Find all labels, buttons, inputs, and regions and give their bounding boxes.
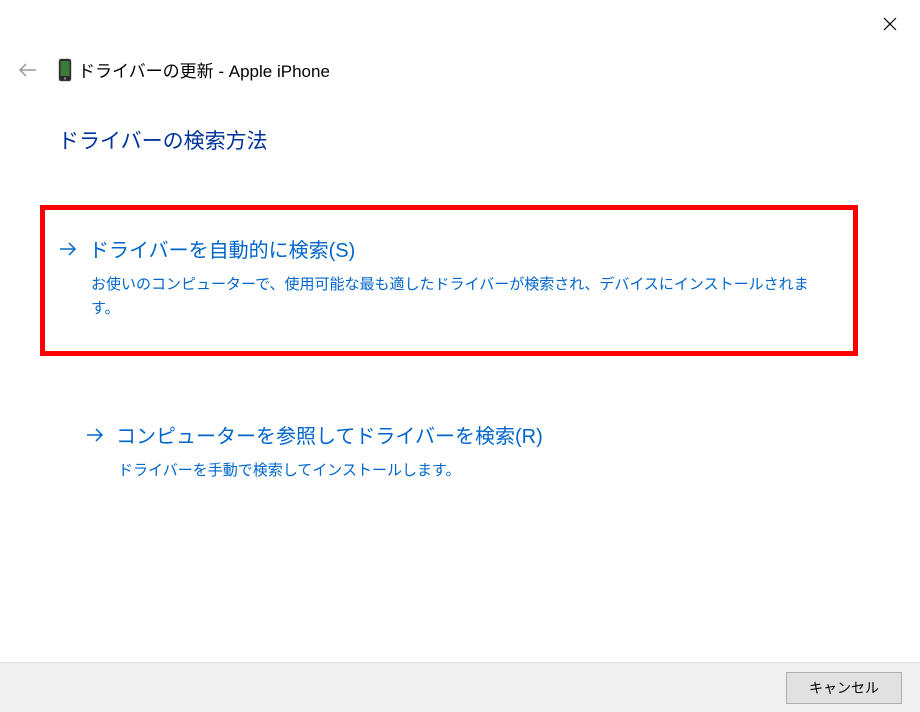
page-heading: ドライバーの検索方法 [58,125,880,155]
option-title: コンピューターを参照してドライバーを検索(R) [116,420,543,449]
back-button[interactable] [18,62,38,78]
device-icon [58,58,72,82]
close-icon [882,16,898,32]
option-title-row: ドライバーを自動的に検索(S) [59,234,813,263]
window-title: ドライバーの更新 - Apple iPhone [78,57,330,82]
arrow-right-icon [59,242,77,256]
option-description: ドライバーを手動で検索してインストールします。 [118,459,852,483]
close-button[interactable] [878,12,902,36]
option-manual-search[interactable]: コンピューターを参照してドライバーを検索(R) ドライバーを手動で検索してインス… [58,392,880,515]
option-title: ドライバーを自動的に検索(S) [89,234,355,263]
arrow-right-icon [86,428,104,442]
arrow-left-icon [18,62,38,78]
option-description: お使いのコンピューターで、使用可能な最も適したドライバーが検索され、デバイスにイ… [91,273,813,321]
cancel-button[interactable]: キャンセル [786,672,902,704]
window-title-row: ドライバーの更新 - Apple iPhone [58,57,330,82]
option-title-row: コンピューターを参照してドライバーを検索(R) [86,420,852,449]
content: ドライバーの検索方法 ドライバーを自動的に検索(S) お使いのコンピューターで、… [58,125,880,551]
option-auto-search[interactable]: ドライバーを自動的に検索(S) お使いのコンピューターで、使用可能な最も適したド… [40,205,858,356]
header: ドライバーの更新 - Apple iPhone [18,57,330,82]
footer: キャンセル [0,662,920,712]
